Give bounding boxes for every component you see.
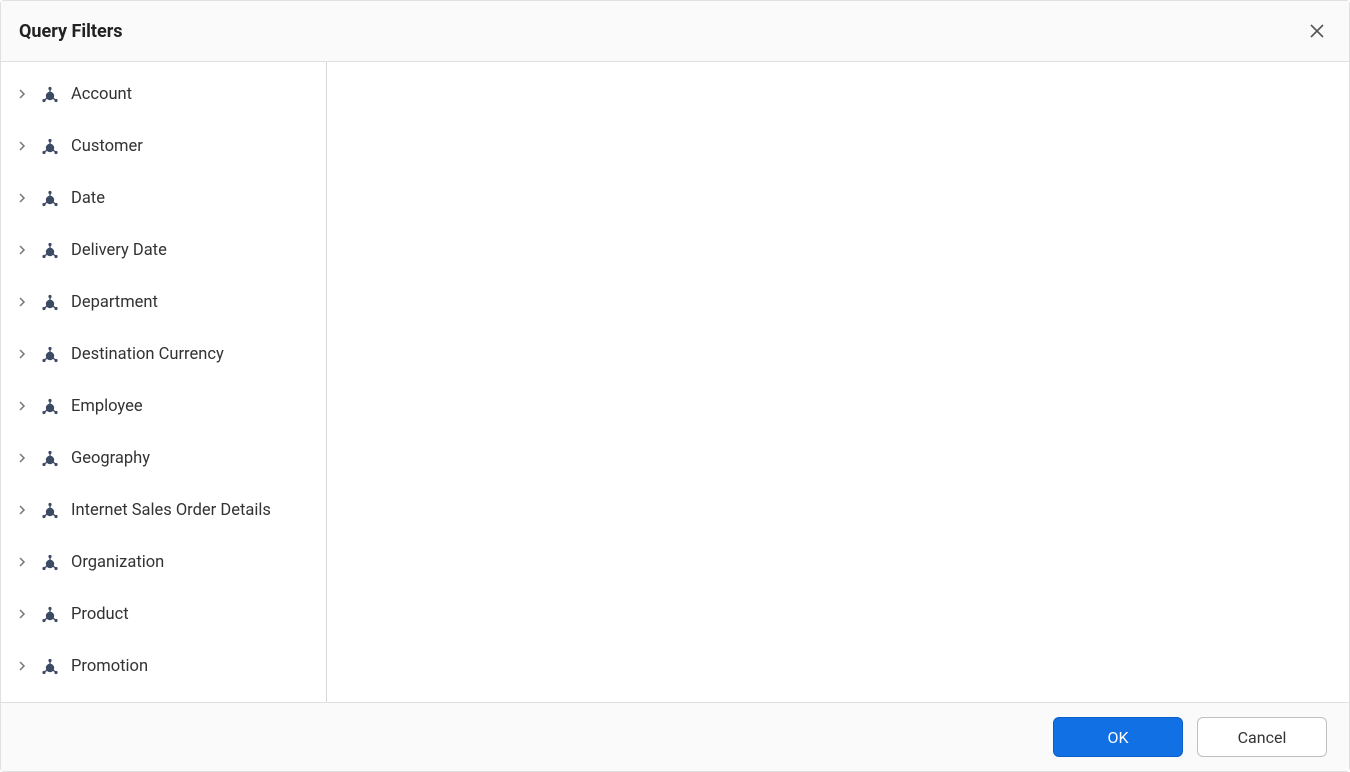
dimension-icon [39,395,61,417]
tree-item-label: Geography [71,449,150,468]
tree-item[interactable]: Date [1,172,326,224]
filter-canvas[interactable] [327,62,1349,702]
tree-item[interactable]: Destination Currency [1,328,326,380]
tree-item[interactable]: Promotion [1,640,326,692]
tree-item-label: Date [71,189,105,208]
chevron-right-icon[interactable] [15,87,29,101]
dimension-icon [39,343,61,365]
dialog-header: Query Filters [1,1,1349,62]
tree-item-label: Organization [71,553,164,572]
chevron-right-icon[interactable] [15,451,29,465]
close-icon [1309,23,1325,39]
dialog-content: Account Customer Date Delivery Date Departme… [1,62,1349,702]
tree-item[interactable]: Department [1,276,326,328]
tree-item-label: Employee [71,397,143,416]
dialog-title: Query Filters [19,21,123,42]
tree-item-label: Internet Sales Order Details [71,501,271,520]
dimension-icon [39,655,61,677]
close-button[interactable] [1305,19,1329,43]
chevron-right-icon[interactable] [15,191,29,205]
tree-item-label: Delivery Date [71,241,167,260]
dimension-icon [39,447,61,469]
tree-item-label: Department [71,293,158,312]
chevron-right-icon[interactable] [15,347,29,361]
tree-item[interactable]: Geography [1,432,326,484]
tree-item-label: Product [71,605,129,624]
chevron-right-icon[interactable] [15,659,29,673]
chevron-right-icon[interactable] [15,243,29,257]
chevron-right-icon[interactable] [15,503,29,517]
tree-item[interactable]: Account [1,68,326,120]
chevron-right-icon[interactable] [15,399,29,413]
dimension-icon [39,291,61,313]
tree-item-label: Customer [71,137,143,156]
dimension-tree: Account Customer Date Delivery Date Departme… [1,62,327,702]
cancel-button[interactable]: Cancel [1197,717,1327,757]
ok-button[interactable]: OK [1053,717,1183,757]
dimension-icon [39,603,61,625]
dimension-icon [39,135,61,157]
tree-item[interactable]: Product [1,588,326,640]
tree-item[interactable]: Internet Sales Order Details [1,484,326,536]
tree-item[interactable]: Delivery Date [1,224,326,276]
tree-item-label: Account [71,85,132,104]
tree-item[interactable]: Customer [1,120,326,172]
chevron-right-icon[interactable] [15,555,29,569]
dialog-footer: OK Cancel [1,702,1349,771]
dimension-icon [39,187,61,209]
chevron-right-icon[interactable] [15,295,29,309]
tree-item[interactable]: Organization [1,536,326,588]
dimension-icon [39,83,61,105]
tree-item-label: Promotion [71,657,148,676]
chevron-right-icon[interactable] [15,139,29,153]
chevron-right-icon[interactable] [15,607,29,621]
dimension-icon [39,551,61,573]
tree-item[interactable]: Employee [1,380,326,432]
tree-item-label: Destination Currency [71,345,224,364]
dimension-icon [39,239,61,261]
dimension-icon [39,499,61,521]
